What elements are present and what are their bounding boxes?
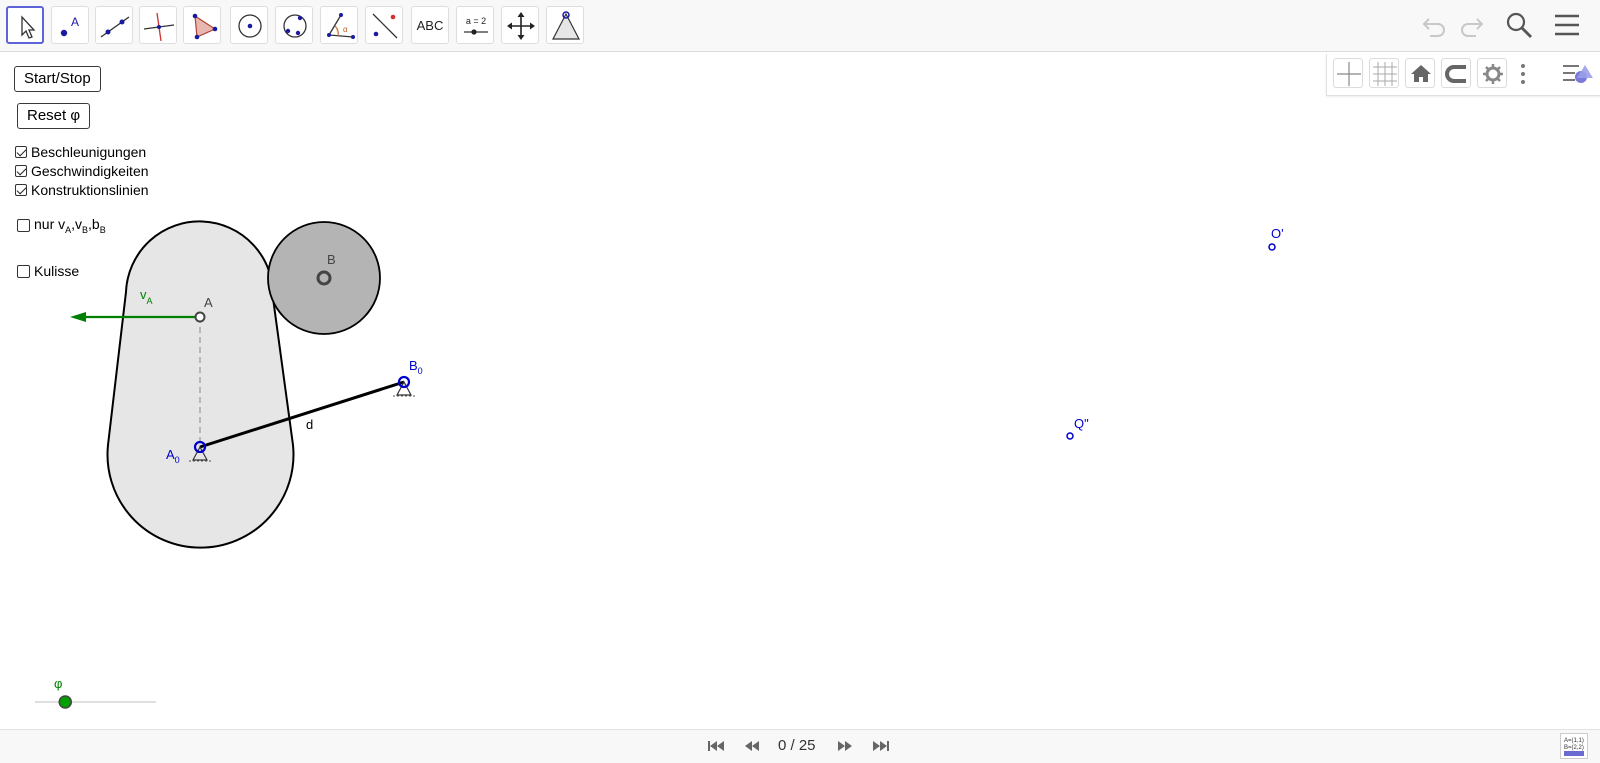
checkbox-kulisse[interactable]: Kulisse bbox=[17, 263, 79, 279]
toggle-grid-button[interactable] bbox=[1369, 58, 1399, 88]
slider-phi-knob[interactable] bbox=[58, 695, 72, 709]
checkbox-beschleunigungen-box[interactable] bbox=[15, 146, 27, 158]
checkbox-beschleunigungen[interactable]: Beschleunigungen bbox=[15, 144, 146, 160]
label-b: B bbox=[327, 252, 336, 267]
reset-phi-button[interactable]: Reset φ bbox=[17, 103, 91, 129]
graphics-view[interactable]: B d vA A A0 B0 O' Q" φ bbox=[0, 0, 1600, 763]
point-capturing-button[interactable] bbox=[1441, 58, 1471, 88]
checkbox-kulisse-box[interactable] bbox=[17, 264, 30, 278]
skip-back-icon[interactable] bbox=[706, 738, 726, 754]
checkbox-konstruktionslinien[interactable]: Konstruktionslinien bbox=[15, 182, 149, 198]
more-icon[interactable] bbox=[1513, 60, 1533, 90]
checkbox-kulisse-label: Kulisse bbox=[34, 263, 80, 279]
point-o-prime[interactable] bbox=[1268, 243, 1276, 251]
checkbox-konstruktionslinien-label: Konstruktionslinien bbox=[31, 182, 149, 198]
checkbox-nur-box[interactable] bbox=[17, 218, 30, 232]
algebra-view-toggle[interactable]: A=(1,1) B=(2,2) bbox=[1560, 733, 1588, 759]
gear-icon bbox=[1483, 64, 1503, 84]
playback-bar: 0 / 25 A=(1,1) B=(2,2) bbox=[0, 729, 1600, 763]
page-counter: 0 / 25 bbox=[778, 737, 816, 754]
cam-body bbox=[106, 220, 295, 549]
view-menu-icon[interactable] bbox=[1561, 60, 1595, 90]
settings-button[interactable] bbox=[1477, 58, 1507, 88]
checkbox-beschleunigungen-label: Beschleunigungen bbox=[31, 144, 147, 160]
toggle-axes-button[interactable] bbox=[1333, 58, 1363, 88]
checkbox-geschwindigkeiten-label: Geschwindigkeiten bbox=[31, 163, 149, 179]
label-d: d bbox=[306, 417, 313, 432]
label-q-double-prime: Q" bbox=[1074, 416, 1089, 431]
checkbox-nur-va-vb-bb[interactable]: nur vA,vB,bB bbox=[17, 216, 106, 235]
label-a: A bbox=[204, 295, 213, 310]
checkbox-geschwindigkeiten[interactable]: Geschwindigkeiten bbox=[15, 163, 149, 179]
start-stop-button[interactable]: Start/Stop bbox=[14, 66, 101, 92]
checkbox-konstruktionslinien-box[interactable] bbox=[15, 184, 27, 196]
label-o-prime: O' bbox=[1271, 226, 1284, 241]
label-b0: B0 bbox=[409, 358, 423, 376]
standard-view-button[interactable] bbox=[1405, 58, 1435, 88]
velocity-arrowhead bbox=[70, 312, 86, 322]
point-q-double-prime[interactable] bbox=[1066, 432, 1074, 440]
svg-text:B=(2,2): B=(2,2) bbox=[1564, 745, 1584, 751]
rewind-icon[interactable] bbox=[742, 738, 762, 754]
axes-icon bbox=[1337, 62, 1361, 86]
skip-forward-icon[interactable] bbox=[871, 738, 891, 754]
roller-circle-b bbox=[267, 221, 381, 335]
checkbox-geschwindigkeiten-box[interactable] bbox=[15, 165, 27, 177]
home-icon bbox=[1411, 65, 1431, 82]
fast-forward-icon[interactable] bbox=[835, 738, 855, 754]
checkbox-nur-label: nur vA,vB,bB bbox=[34, 216, 106, 235]
algebra-icon: A=(1,1) B=(2,2) bbox=[1564, 738, 1584, 756]
point-a[interactable] bbox=[194, 311, 206, 323]
magnet-icon bbox=[1445, 65, 1466, 83]
grid-icon bbox=[1373, 62, 1397, 86]
svg-text:A=(1,1): A=(1,1) bbox=[1564, 738, 1584, 744]
slider-phi-label: φ bbox=[54, 676, 62, 691]
graphics-stylebar bbox=[1326, 54, 1600, 96]
